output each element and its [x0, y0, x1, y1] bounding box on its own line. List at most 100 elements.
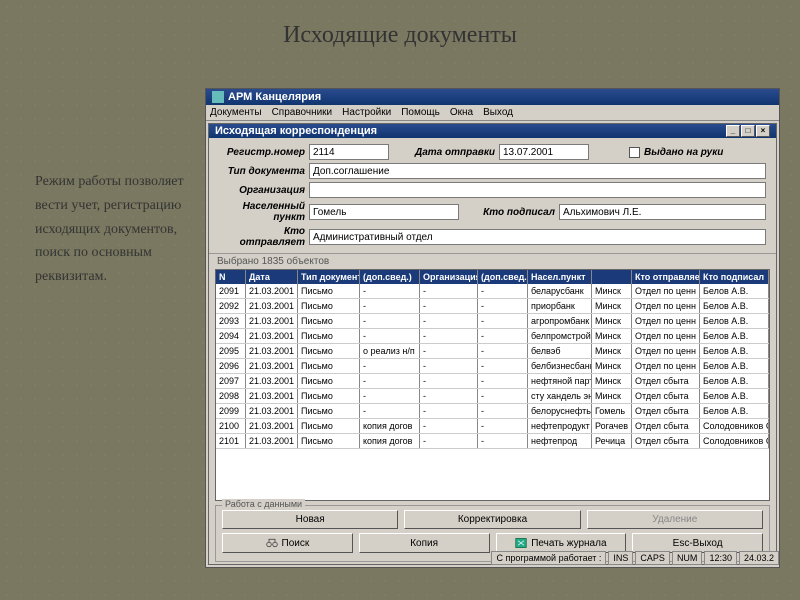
cell: Белов А.В. [700, 359, 769, 373]
minimize-icon[interactable]: _ [726, 125, 740, 137]
cell: Письмо [298, 404, 360, 418]
cell: - [420, 344, 478, 358]
menu-help[interactable]: Помощь [401, 107, 440, 118]
reg-num-field[interactable] [309, 144, 389, 160]
data-grid: N Дата Тип документа (доп.свед.) Организ… [215, 269, 770, 501]
new-button[interactable]: Новая [222, 510, 398, 529]
titlebar[interactable]: АРМ Канцелярия [206, 89, 779, 105]
menu-windows[interactable]: Окна [450, 107, 473, 118]
cell: - [478, 359, 528, 373]
col-n[interactable]: N [216, 270, 246, 284]
cell: Отдел сбыта [632, 374, 700, 388]
cell: 21.03.2001 [246, 284, 298, 298]
date-field[interactable] [499, 144, 589, 160]
status-date: 24.03.2 [739, 551, 779, 565]
cell: - [420, 389, 478, 403]
actions-label: Работа с данными [222, 499, 305, 509]
doc-type-label: Тип документа [219, 166, 309, 177]
grid-body[interactable]: 209121.03.2001Письмо---беларусбанкМинскО… [216, 284, 769, 500]
table-row[interactable]: 209221.03.2001Письмо---приорбанкМинскОтд… [216, 299, 769, 314]
cell: Белов А.В. [700, 389, 769, 403]
cell: 21.03.2001 [246, 374, 298, 388]
cell: белпромстрой [528, 329, 592, 343]
table-row[interactable]: 209721.03.2001Письмо---нефтяной партМинс… [216, 374, 769, 389]
menu-exit[interactable]: Выход [483, 107, 513, 118]
cell: нефтяной парт [528, 374, 592, 388]
col-sender[interactable]: Кто отправляет [632, 270, 700, 284]
sub-titlebar[interactable]: Исходящая корреспонденция _ □ × [209, 124, 776, 138]
cell: Минск [592, 314, 632, 328]
cell: Речица [592, 434, 632, 448]
search-label: Поиск [282, 538, 310, 549]
org-field[interactable] [309, 182, 766, 198]
col-extra2[interactable]: (доп.свед.) [478, 270, 528, 284]
col-signer[interactable]: Кто подписал [700, 270, 769, 284]
sender-field[interactable] [309, 229, 766, 245]
col-type[interactable]: Тип документа [298, 270, 360, 284]
col-date[interactable]: Дата [246, 270, 298, 284]
cell: Письмо [298, 314, 360, 328]
cell: Отдел сбыта [632, 419, 700, 433]
cell: сту хандель эн [528, 389, 592, 403]
doc-type-field[interactable] [309, 163, 766, 179]
cell: Письмо [298, 329, 360, 343]
cell: Отдел по ценн [632, 299, 700, 313]
cell: 2101 [216, 434, 246, 448]
table-row[interactable]: 209521.03.2001Письмоо реализ н/п--белвэб… [216, 344, 769, 359]
col-place[interactable] [592, 270, 632, 284]
cell: Гомель [592, 404, 632, 418]
cell: - [360, 284, 420, 298]
print-label: Печать журнала [531, 538, 606, 549]
cell: - [420, 299, 478, 313]
menu-documents[interactable]: Документы [210, 107, 262, 118]
slide-description: Режим работы позволяет вести учет, регис… [35, 170, 185, 289]
hand-checkbox[interactable] [629, 147, 640, 158]
search-button[interactable]: Поиск [222, 533, 353, 553]
copy-button[interactable]: Копия [359, 533, 490, 553]
col-extra1[interactable]: (доп.свед.) [360, 270, 420, 284]
cell: 21.03.2001 [246, 404, 298, 418]
cell: Письмо [298, 284, 360, 298]
edit-button[interactable]: Корректировка [404, 510, 580, 529]
cell: 21.03.2001 [246, 419, 298, 433]
col-org[interactable]: Организация [420, 270, 478, 284]
cell: Отдел сбыта [632, 404, 700, 418]
table-row[interactable]: 209921.03.2001Письмо---белоруснефтьГомел… [216, 404, 769, 419]
table-row[interactable]: 210121.03.2001Письмокопия догов--нефтепр… [216, 434, 769, 449]
cell: белоруснефть [528, 404, 592, 418]
cell: - [478, 389, 528, 403]
cell: 21.03.2001 [246, 344, 298, 358]
cell: Белов А.В. [700, 299, 769, 313]
cell: Письмо [298, 434, 360, 448]
table-row[interactable]: 209621.03.2001Письмо---белбизнесбанкМинс… [216, 359, 769, 374]
cell: копия догов [360, 434, 420, 448]
cell: - [478, 299, 528, 313]
col-city[interactable]: Насел.пункт [528, 270, 592, 284]
table-row[interactable]: 210021.03.2001Письмокопия догов--нефтепр… [216, 419, 769, 434]
status-user: С программой работает : [491, 551, 606, 565]
cell: - [478, 314, 528, 328]
city-label: Населенный пункт [219, 201, 309, 223]
cell: белбизнесбанк [528, 359, 592, 373]
menu-refs[interactable]: Справочники [272, 107, 333, 118]
signer-label: Кто подписал [459, 207, 559, 218]
maximize-icon[interactable]: □ [741, 125, 755, 137]
table-row[interactable]: 209821.03.2001Письмо---сту хандель энМин… [216, 389, 769, 404]
city-field[interactable] [309, 204, 459, 220]
app-title: АРМ Канцелярия [228, 91, 321, 103]
cell: Отдел сбыта [632, 434, 700, 448]
cell: - [360, 404, 420, 418]
table-row[interactable]: 209421.03.2001Письмо---белпромстройМинск… [216, 329, 769, 344]
cell: Солодовников С.Л. [700, 434, 769, 448]
cell: - [420, 329, 478, 343]
table-row[interactable]: 209321.03.2001Письмо---агропромбанкМинск… [216, 314, 769, 329]
menu-settings[interactable]: Настройки [342, 107, 391, 118]
cell: Белов А.В. [700, 374, 769, 388]
close-icon[interactable]: × [756, 125, 770, 137]
table-row[interactable]: 209121.03.2001Письмо---беларусбанкМинскО… [216, 284, 769, 299]
exit-button[interactable]: Esc-Выход [632, 533, 763, 553]
cell: Письмо [298, 389, 360, 403]
signer-field[interactable] [559, 204, 766, 220]
delete-button[interactable]: Удаление [587, 510, 763, 529]
print-button[interactable]: Печать журнала [496, 533, 627, 553]
